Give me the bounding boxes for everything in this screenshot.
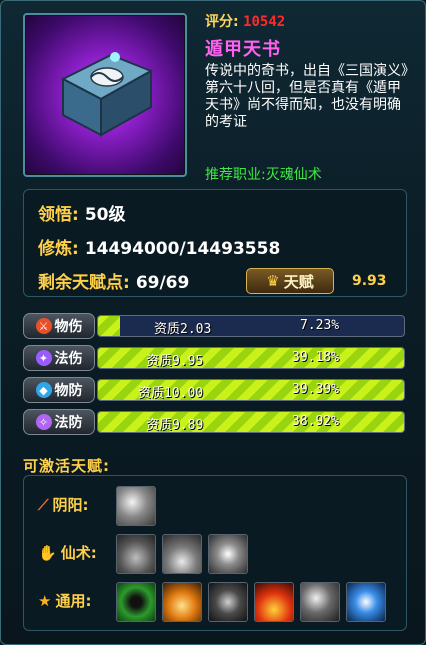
stat-bar: 资质9.89 38.92%	[97, 411, 405, 433]
stat-bar: 资质10.00 39.39%	[97, 379, 405, 401]
score-row: 评分: 10542	[205, 11, 285, 31]
shield-icon: ◆	[35, 382, 52, 398]
stat-percent: 39.39%	[292, 382, 339, 397]
skill-yinyang-1-icon[interactable]	[116, 486, 156, 526]
stat-percent: 39.18%	[292, 350, 339, 365]
skill-general-6-icon[interactable]	[346, 582, 386, 622]
star-icon: ★	[38, 591, 52, 610]
item-description: 传说中的奇书，出自《三国演义》第六十八回，但是否真有《遁甲天书》尚不得而知，也没…	[205, 63, 408, 130]
activatable-talents-panel: ⟋ 阴阳: ✋ 仙术: ★ 通用:	[23, 475, 407, 631]
stat-row-magic-defense: ✧ 法防 资质9.89 38.92%	[23, 409, 405, 435]
category-immortal-art: ✋ 仙术:	[38, 542, 97, 563]
skill-general-4-icon[interactable]	[254, 582, 294, 622]
magic-icon: ✦	[35, 350, 52, 366]
stat-tag: ⚔ 物伤	[23, 313, 95, 339]
stat-bar-fill	[98, 348, 404, 368]
skill-general-3-icon[interactable]	[208, 582, 248, 622]
comprehension-row: 领悟: 50级	[38, 200, 125, 225]
talent-points-label: 剩余天赋点:	[38, 273, 130, 293]
skill-immortal-3-icon[interactable]	[208, 534, 248, 574]
stat-tag: ✦ 法伤	[23, 345, 95, 371]
yinyang-icon: ⟋	[38, 495, 49, 514]
stat-bar: 资质9.95 39.18%	[97, 347, 405, 369]
stat-bar-fill	[98, 316, 121, 336]
skill-general-2-icon[interactable]	[162, 582, 202, 622]
stat-bar: 资质2.03 7.23%	[97, 315, 405, 337]
stat-quality: 资质9.95	[146, 354, 204, 369]
stat-name: 物伤	[54, 319, 83, 335]
stat-row-physical-damage: ⚔ 物伤 资质2.03 7.23%	[23, 313, 405, 339]
stat-tag: ◆ 物防	[23, 377, 95, 403]
recommended-job: 推荐职业:灭魂仙术	[205, 167, 322, 183]
category-label: 阴阳:	[52, 496, 89, 514]
skill-general-1-icon[interactable]	[116, 582, 156, 622]
attribute-panel: 领悟: 50级 修炼: 14494000/14493558 剩余天赋点: 69/69 …	[23, 189, 407, 297]
stat-percent: 38.92%	[292, 414, 339, 429]
talent-button-label: 天赋	[283, 272, 314, 291]
cultivation-label: 修炼:	[38, 239, 79, 259]
comprehension-label: 领悟:	[38, 205, 79, 225]
crown-icon: ♛	[266, 272, 280, 290]
sword-icon: ⚔	[35, 318, 52, 334]
magic-shield-icon: ✧	[35, 414, 52, 430]
item-portrait	[23, 13, 187, 177]
talent-button[interactable]: ♛ 天赋	[246, 268, 334, 294]
stat-percent: 7.23%	[300, 318, 340, 333]
stat-name: 法伤	[54, 351, 83, 367]
item-tooltip-panel: 评分: 10542 遁甲天书 传说中的奇书，出自《三国演义》第六十八回，但是否真…	[0, 0, 426, 645]
skill-immortal-2-icon[interactable]	[162, 534, 202, 574]
score-label: 评分:	[205, 14, 239, 30]
activatable-talents-title: 可激活天赋:	[23, 457, 110, 475]
stat-row-physical-defense: ◆ 物防 资质10.00 39.39%	[23, 377, 405, 403]
category-general: ★ 通用:	[38, 590, 91, 611]
stat-quality: 资质9.89	[146, 418, 204, 433]
cultivation-row: 修炼: 14494000/14493558	[38, 234, 280, 259]
stat-name: 法防	[54, 415, 83, 431]
stat-quality: 资质2.03	[154, 322, 212, 337]
category-skill-list	[116, 582, 386, 622]
category-label: 仙术:	[60, 544, 97, 562]
item-name: 遁甲天书	[205, 39, 281, 60]
book-icon	[60, 52, 154, 137]
stat-row-magic-damage: ✦ 法伤 资质9.95 39.18%	[23, 345, 405, 371]
stat-bar-fill	[98, 412, 404, 432]
talent-score: 9.93	[352, 273, 387, 289]
cultivation-value: 14494000/14493558	[84, 239, 281, 259]
stat-quality: 资质10.00	[138, 386, 204, 401]
talent-points-value: 69/69	[135, 273, 190, 293]
skill-immortal-1-icon[interactable]	[116, 534, 156, 574]
category-label: 通用:	[55, 592, 92, 610]
skill-general-5-icon[interactable]	[300, 582, 340, 622]
immortal-art-icon: ✋	[38, 543, 57, 562]
stat-name: 物防	[54, 383, 83, 399]
category-yinyang: ⟋ 阴阳:	[38, 494, 89, 515]
score-value: 10542	[243, 14, 286, 30]
talent-points-row: 剩余天赋点: 69/69	[38, 268, 189, 293]
stat-tag: ✧ 法防	[23, 409, 95, 435]
category-skill-list	[116, 486, 156, 526]
comprehension-value: 50级	[84, 205, 126, 225]
category-skill-list	[116, 534, 248, 574]
